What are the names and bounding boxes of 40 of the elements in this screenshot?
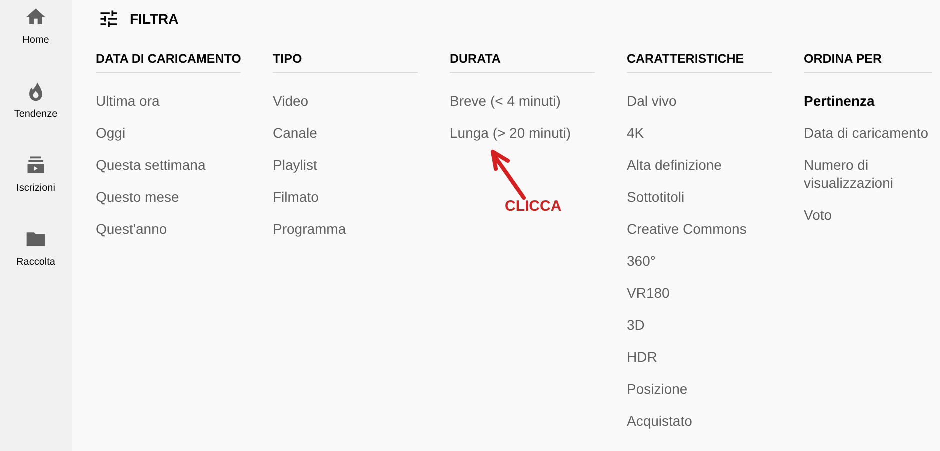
filter-option[interactable]: Voto — [804, 206, 932, 224]
sliders-icon — [98, 8, 120, 30]
filter-option[interactable]: Alta definizione — [627, 156, 772, 174]
filter-title: FILTRA — [130, 11, 179, 27]
group-heading: DATA DI CARICAMENTO — [96, 38, 241, 73]
filter-option[interactable]: Canale — [273, 124, 418, 142]
filter-option[interactable]: Questo mese — [96, 188, 241, 206]
group-heading: ORDINA PER — [804, 38, 932, 73]
filter-option[interactable]: Pertinenza — [804, 92, 932, 110]
sidebar-item[interactable]: Raccolta — [0, 222, 72, 296]
filter-option[interactable]: Ultima ora — [96, 92, 241, 110]
filter-option[interactable]: 360° — [627, 252, 772, 270]
group-heading: TIPO — [273, 38, 418, 73]
filter-option[interactable]: Dal vivo — [627, 92, 772, 110]
filter-option[interactable]: Numero di visualizzazioni — [804, 156, 932, 192]
filter-option[interactable]: Quest'anno — [96, 220, 241, 238]
filter-option[interactable]: 4K — [627, 124, 772, 142]
filter-option[interactable]: VR180 — [627, 284, 772, 302]
filter-option[interactable]: Posizione — [627, 380, 772, 398]
filter-option[interactable]: Video — [273, 92, 418, 110]
filter-option[interactable]: Oggi — [96, 124, 241, 142]
sidebar-item[interactable]: Tendenze — [0, 74, 72, 148]
filter-option[interactable]: Sottotitoli — [627, 188, 772, 206]
filter-option[interactable]: Data di caricamento — [804, 124, 932, 142]
sidebar-item[interactable]: Home — [0, 0, 72, 74]
group-heading: DURATA — [450, 38, 595, 73]
filter-option[interactable]: Breve (< 4 minuti) — [450, 92, 595, 110]
filter-option[interactable]: HDR — [627, 348, 772, 366]
annotation-text: CLICCA — [505, 198, 562, 215]
group-heading: CARATTERISTICHE — [627, 38, 772, 73]
filter-option[interactable]: Filmato — [273, 188, 418, 206]
subscriptions-icon — [25, 154, 47, 176]
filter-option[interactable]: Playlist — [273, 156, 418, 174]
filter-option[interactable]: Acquistato — [627, 412, 772, 430]
filter-option[interactable]: Creative Commons — [627, 220, 772, 238]
filter-option[interactable]: Programma — [273, 220, 418, 238]
filter-option[interactable]: Questa settimana — [96, 156, 241, 174]
sidebar-item[interactable]: Iscrizioni — [0, 148, 72, 222]
filter-option[interactable]: 3D — [627, 316, 772, 334]
filter-option[interactable]: Lunga (> 20 minuti) — [450, 124, 595, 142]
